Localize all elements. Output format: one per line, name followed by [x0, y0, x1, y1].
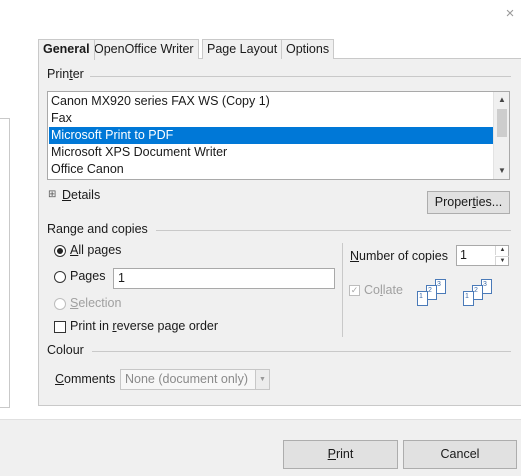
close-icon[interactable]: ×: [502, 6, 518, 22]
printer-item[interactable]: Canon MX920 series FAX WS (Copy 1): [49, 93, 494, 110]
range-section-separator: [156, 230, 511, 231]
range-section-label: Range and copies: [47, 222, 152, 236]
reverse-order-label[interactable]: Print in reverse page order: [70, 319, 218, 333]
comments-select: None (document only) ▼: [120, 369, 270, 390]
printer-item-selected[interactable]: Microsoft Print to PDF: [49, 127, 494, 144]
details-expander[interactable]: Details: [62, 188, 100, 202]
scroll-up-icon[interactable]: ▲: [494, 93, 509, 107]
comments-select-value: None (document only): [125, 372, 248, 386]
pages-input[interactable]: 1: [113, 268, 335, 289]
tab-page-layout[interactable]: Page Layout: [202, 39, 283, 59]
colour-section-separator: [92, 351, 511, 352]
selection-label: Selection: [70, 296, 122, 310]
all-pages-radio[interactable]: [54, 245, 66, 257]
scroll-down-icon[interactable]: ▼: [494, 164, 509, 178]
pages-radio[interactable]: [54, 271, 66, 283]
number-of-copies-label: Number of copies: [350, 249, 448, 263]
print-button[interactable]: Print: [283, 440, 398, 469]
tab-openoffice-writer[interactable]: OpenOffice Writer: [89, 39, 199, 59]
printer-item[interactable]: Office Canon: [49, 161, 494, 178]
scrollbar-thumb[interactable]: [497, 109, 507, 137]
printer-section-separator: [90, 76, 511, 77]
increment-icon[interactable]: ▲: [495, 246, 509, 255]
tab-options[interactable]: Options: [281, 39, 335, 59]
copies-stepper[interactable]: 1 ▲ ▼: [456, 245, 509, 266]
collate-checkbox: ✓: [349, 285, 360, 296]
colour-section-label: Colour: [47, 343, 88, 357]
reverse-order-checkbox[interactable]: [54, 321, 66, 333]
printer-section-label: Printer: [47, 67, 88, 81]
pages-label[interactable]: Pages: [70, 269, 105, 283]
printer-item[interactable]: Microsoft XPS Document Writer: [49, 144, 494, 161]
tab-general[interactable]: General: [38, 39, 95, 60]
comments-label: Comments: [55, 372, 116, 386]
collate-icon: 3 2 1: [417, 279, 457, 309]
cancel-button[interactable]: Cancel: [403, 440, 517, 469]
selection-radio: [54, 298, 66, 310]
printer-item[interactable]: Fax: [49, 110, 494, 127]
all-pages-label[interactable]: All pages: [70, 243, 121, 257]
printer-list[interactable]: Canon MX920 series FAX WS (Copy 1) Fax M…: [47, 91, 510, 180]
copies-value[interactable]: 1: [460, 247, 467, 264]
collate-icon: 3 2 1: [463, 279, 503, 309]
printer-list-scrollbar[interactable]: ▲ ▼: [493, 92, 509, 179]
properties-button[interactable]: Properties...: [427, 191, 510, 214]
chevron-down-icon: ▼: [255, 370, 269, 389]
copies-vertical-separator: [342, 243, 343, 337]
parent-window-edge: [0, 118, 10, 408]
expand-icon[interactable]: ⊞: [48, 189, 56, 200]
collate-label: Collate: [364, 283, 403, 297]
decrement-icon[interactable]: ▼: [495, 256, 509, 265]
